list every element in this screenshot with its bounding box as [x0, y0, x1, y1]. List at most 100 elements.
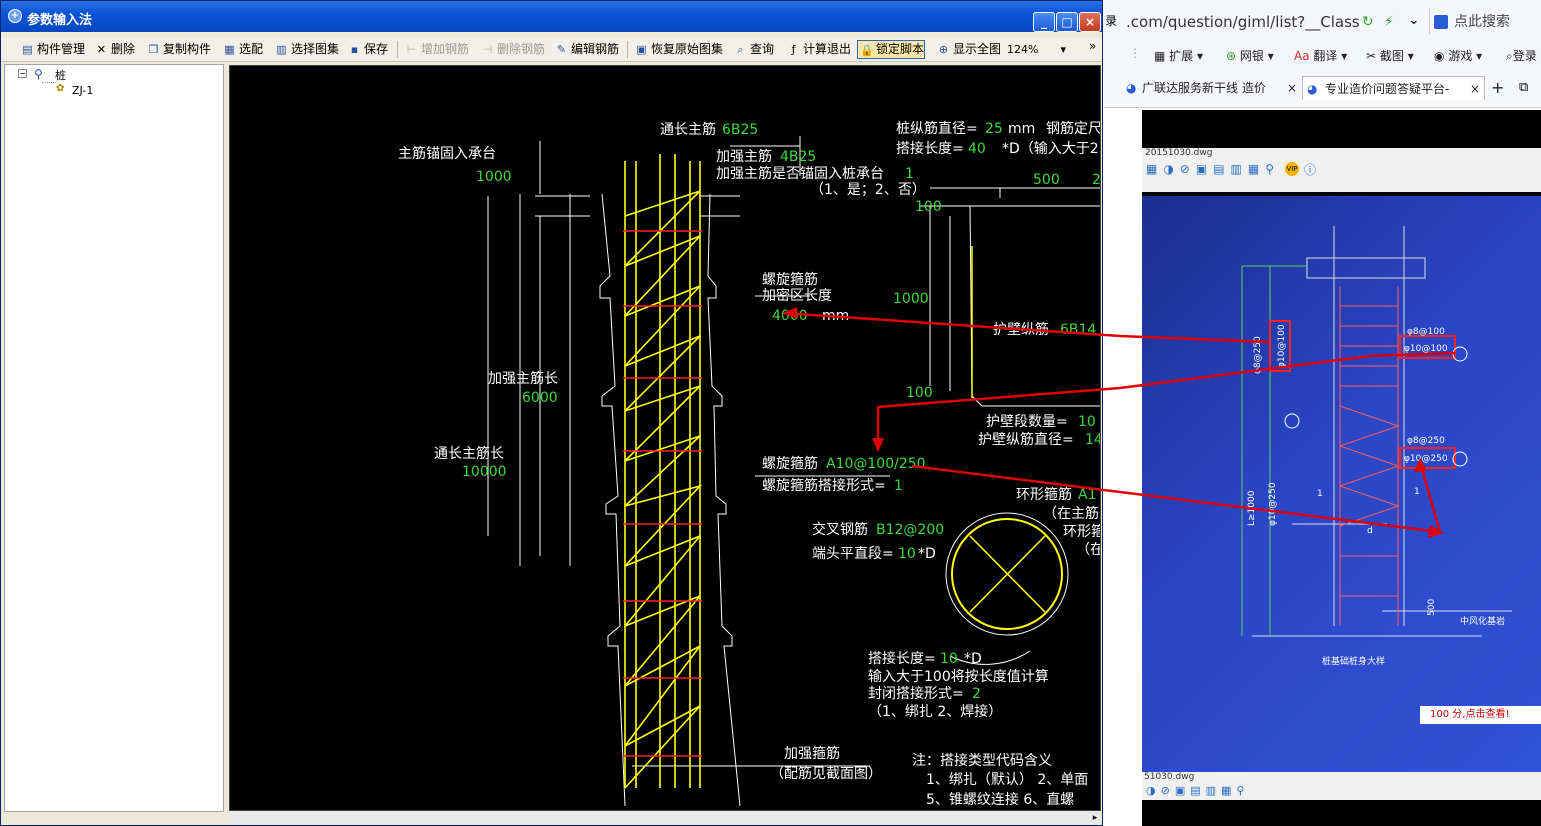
collapse-toggle[interactable]: − — [18, 69, 27, 78]
window-title: 参数输入法 — [27, 13, 93, 28]
search-box[interactable]: 点此搜索 — [1434, 8, 1539, 36]
bookmark-translate[interactable]: Aa 翻译 ▾ — [1294, 46, 1347, 66]
photo-label-2: φ10@100 — [1404, 344, 1448, 354]
zoom-select[interactable]: 124% ▾ — [1004, 40, 1068, 59]
spiral-dense-value[interactable]: 4000 — [772, 308, 808, 324]
tree-node-zj1[interactable]: ZJ-1 — [72, 84, 93, 97]
remove-rebar-button[interactable]: ⊣ 删除钢筋 — [479, 40, 545, 59]
show-all-button[interactable]: ⊕ 显示全图 — [935, 40, 1001, 59]
tree-node-pile[interactable]: 桩 — [55, 67, 66, 83]
photo-label-10: 1 — [1317, 489, 1323, 499]
restore-atlas-button[interactable]: ▣ 恢复原始图集 — [633, 40, 723, 59]
reinf-length-label: 加强主筋长 — [488, 370, 558, 387]
image-viewer: 20151030.dwg ▦◑⊘▣▤▥▦⚲ VIP ⓘ φ8@100 φ10@1… — [1142, 110, 1541, 826]
maximize-button[interactable]: □ — [1056, 12, 1078, 32]
component-manage-button[interactable]: ▤ 构件管理 — [19, 40, 85, 59]
lock-script-button[interactable]: 🔒 锁定脚本 — [857, 40, 926, 59]
dim-100-bottom[interactable]: 100 — [906, 385, 933, 401]
ring-stirrup-value[interactable]: A1 — [1078, 487, 1096, 503]
scroll-right-icon[interactable]: ▸ — [1089, 811, 1101, 825]
vip-icon[interactable]: VIP — [1285, 162, 1299, 176]
bookmark-games[interactable]: ◉ 游戏 ▾ — [1434, 46, 1482, 66]
toolbar: ▤ 构件管理 ✕ 删除 ❐ 复制构件 ▦ 选配 ▥ 选择图集 ▪ 保存 ⊢ 增加钢筋 ⊣ 删除钢… — [1, 37, 1102, 62]
close-lap-options: （1、绑扎 2、焊接） — [868, 703, 1002, 720]
restore-tab-icon[interactable]: ⧉ — [1519, 80, 1528, 95]
photo-label-13: 500 — [1427, 599, 1437, 616]
new-tab-button[interactable]: + — [1491, 76, 1509, 100]
tab-glodon[interactable]: ◕ 广联达服务新干线 造价 × — [1124, 76, 1299, 100]
address-bar[interactable]: .com/question/giml/list?__ClassCod — [1126, 8, 1360, 36]
main-length-value[interactable]: 10000 — [462, 464, 507, 480]
minimize-button[interactable]: _ — [1033, 12, 1055, 32]
title-bar[interactable]: + 参数输入法 _ □ × — [1, 1, 1102, 32]
reload-icon[interactable]: ↻ — [1362, 14, 1374, 30]
photo-label-11: 1 — [1414, 487, 1420, 497]
photo-label-3: φ8@250 — [1407, 436, 1445, 446]
end-straight-value[interactable]: 10 — [898, 546, 916, 562]
dim-500[interactable]: 500 — [1033, 172, 1060, 188]
add-rebar-button[interactable]: ⊢ 增加钢筋 — [403, 40, 469, 59]
ring-lap-value[interactable]: 10 — [940, 651, 958, 667]
lap-length-value[interactable]: 40 — [968, 141, 986, 157]
edit-rebar-button[interactable]: ✎ 编辑钢筋 — [553, 40, 619, 59]
chevron-down-icon: ▾ — [1060, 43, 1066, 56]
cross-bar-value[interactable]: B12@200 — [876, 522, 944, 538]
ring-lap-unit: *D — [964, 651, 982, 667]
query-button[interactable]: ⌕ 查询 — [732, 40, 774, 59]
tab-qa-platform[interactable]: ◕ 专业造价问题答疑平台- × — [1302, 76, 1485, 100]
main-length-label: 通长主筋长 — [434, 445, 504, 462]
reinf-anchor-question: 加强主筋是否锚固入桩承台 — [716, 165, 884, 182]
wall-count-value[interactable]: 10 — [1078, 414, 1096, 430]
long-dia-value[interactable]: 25 — [985, 121, 1003, 137]
component-tree: − ⚲ 桩 ✿ ZJ-1 — [4, 64, 224, 812]
stirrup-label: 加强箍筋 — [784, 745, 840, 762]
anchor-value[interactable]: 1000 — [476, 169, 512, 185]
select-atlas-button[interactable]: ▥ 选择图集 — [273, 40, 339, 59]
photo-of-drawing: φ8@100 φ10@100 φ8@250 φ10@250 φ10@100 φ1… — [1142, 196, 1541, 794]
save-icon: ▪ — [350, 43, 359, 56]
calc-exit-button[interactable]: ƒ 计算退出 — [785, 40, 851, 59]
wall-bar-value[interactable]: 6B14 — [1060, 322, 1096, 338]
tab-close-icon[interactable]: × — [1470, 77, 1480, 100]
bookmark-extend[interactable]: ▦ 扩展 ▾ — [1154, 46, 1203, 66]
translate-icon: Aa — [1294, 49, 1310, 63]
reinf-bar-value[interactable]: 4B25 — [780, 149, 816, 165]
delete-button[interactable]: ✕ 删除 — [93, 40, 135, 59]
close-lap-value[interactable]: 2 — [972, 686, 981, 702]
viewer-tool-icons-2[interactable]: ◑⊘▣▤▥▦⚲ — [1146, 784, 1249, 797]
toolbar-overflow-button[interactable]: » — [1089, 39, 1096, 53]
lightning-icon[interactable]: ⚡ — [1384, 14, 1394, 30]
photo-label-7: φ8@250 — [1253, 336, 1263, 374]
close-button[interactable]: × — [1079, 12, 1101, 32]
spiral-value[interactable]: A10@100/250 — [826, 456, 926, 472]
photo-label-6: φ10@250 — [1268, 482, 1278, 526]
cad-drawing-canvas[interactable]: 通长主筋 6B25 主筋锚固入承台 1000 加强主筋 4B25 加强主筋是否锚… — [229, 65, 1101, 811]
reinf-anchor-options: （1、是；2、否） — [810, 182, 926, 198]
ring-stirrup-label-2: 环形箍 — [1063, 523, 1101, 540]
dim-100-top[interactable]: 100 — [915, 199, 942, 215]
info-icon[interactable]: ⓘ — [1304, 161, 1316, 178]
divider — [1429, 8, 1430, 34]
toolbar-divider — [397, 41, 398, 58]
copy-component-button[interactable]: ❐ 复制构件 — [145, 40, 211, 59]
long-dia-label: 桩纵筋直径= — [896, 120, 978, 137]
copy-icon: ❐ — [148, 43, 159, 56]
dim-1000[interactable]: 1000 — [893, 291, 929, 307]
reinf-length-value[interactable]: 6000 — [522, 390, 558, 406]
save-button[interactable]: ▪ 保存 — [346, 40, 388, 59]
reinf-anchor-value[interactable]: 1 — [905, 166, 914, 182]
main-bar-value[interactable]: 6B25 — [722, 122, 758, 138]
select-config-button[interactable]: ▦ 选配 — [221, 40, 263, 59]
spiral-lap-value[interactable]: 1 — [894, 478, 903, 494]
tab-close-icon[interactable]: × — [1287, 76, 1297, 100]
bookmark-bank[interactable]: ⊛ 网银 ▾ — [1226, 46, 1274, 66]
viewer-tool-icons[interactable]: ▦◑⊘▣▤▥▦⚲ — [1146, 162, 1280, 176]
pile-icon: ⚲ — [34, 67, 43, 81]
horizontal-scrollbar[interactable]: ▸ — [229, 811, 1101, 825]
bookmark-login[interactable]: ⌕登录 — [1506, 46, 1537, 66]
wall-dia-value[interactable]: 14 — [1085, 432, 1101, 448]
dropdown-icon[interactable]: ⌄ — [1408, 12, 1420, 28]
viewer-filename-2: 51030.dwg — [1144, 772, 1195, 782]
bookmark-screenshot[interactable]: ✂ 截图 ▾ — [1366, 46, 1414, 66]
login-fragment: 录 — [1105, 14, 1118, 28]
